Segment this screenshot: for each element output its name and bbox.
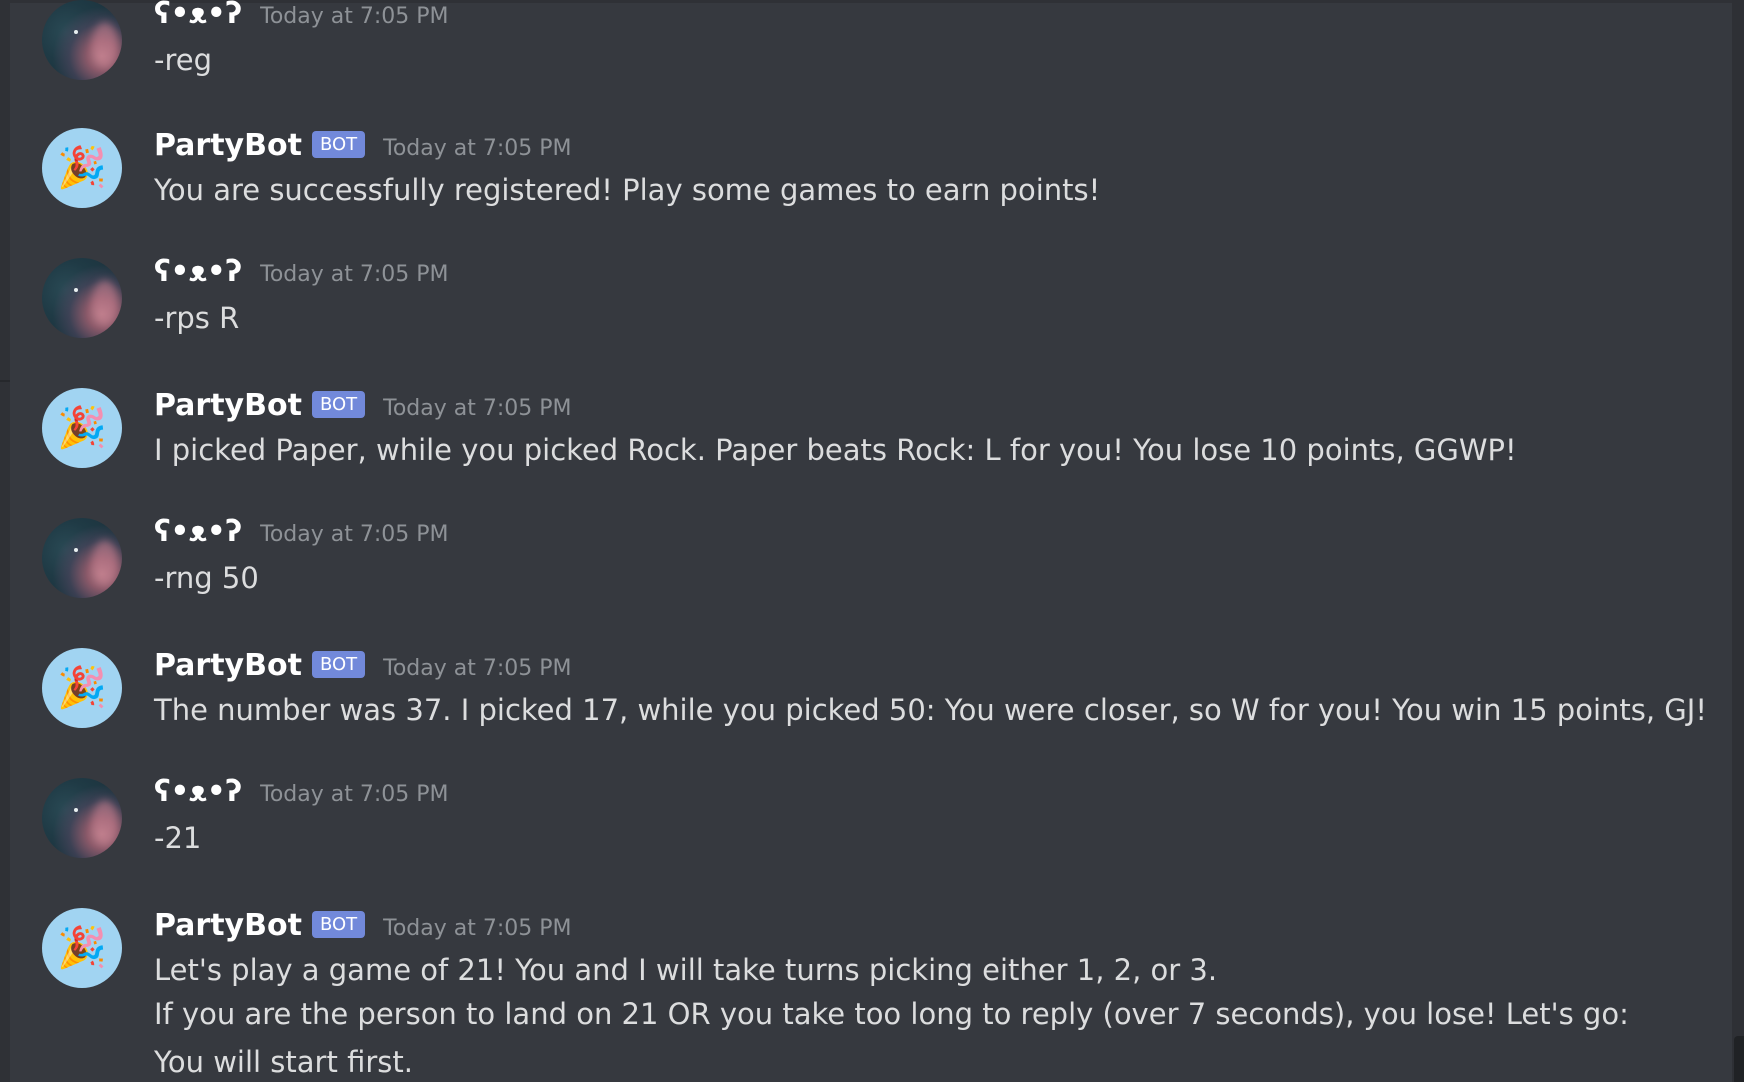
user-avatar[interactable]: [42, 258, 122, 338]
scrollbar-thumb[interactable]: [1734, 1036, 1744, 1082]
username[interactable]: ʕ•ᴥ•ʔ: [154, 514, 242, 549]
message-header: PartyBot BOT Today at 7:05 PM: [154, 128, 572, 163]
cloud-shape: [92, 800, 118, 846]
message-item: ʕ•ᴥ•ʔ Today at 7:05 PM -rps R: [0, 254, 1720, 388]
timestamp[interactable]: Today at 7:05 PM: [383, 136, 571, 161]
timestamp[interactable]: Today at 7:05 PM: [260, 4, 448, 29]
message-item: 🎉 PartyBot BOT Today at 7:05 PM I picked…: [0, 388, 1720, 518]
message-header: ʕ•ᴥ•ʔ Today at 7:05 PM: [154, 774, 449, 809]
message-line: -21: [154, 821, 202, 855]
bot-avatar[interactable]: 🎉: [42, 648, 122, 728]
timestamp[interactable]: Today at 7:05 PM: [383, 656, 571, 681]
message-content: Let's play a game of 21! You and I will …: [154, 948, 1629, 1082]
timestamp[interactable]: Today at 7:05 PM: [260, 262, 448, 287]
timestamp[interactable]: Today at 7:05 PM: [260, 522, 448, 547]
bot-avatar[interactable]: 🎉: [42, 908, 122, 988]
username[interactable]: ʕ•ᴥ•ʔ: [154, 774, 242, 809]
message-line: -rps R: [154, 301, 240, 335]
message-line: If you are the person to land on 21 OR y…: [154, 997, 1629, 1031]
message-header: ʕ•ᴥ•ʔ Today at 7:05 PM: [154, 254, 449, 289]
bot-badge: BOT: [311, 651, 366, 678]
message-header: PartyBot BOT Today at 7:05 PM: [154, 908, 572, 943]
message-header: PartyBot BOT Today at 7:05 PM: [154, 648, 572, 683]
timestamp[interactable]: Today at 7:05 PM: [260, 782, 448, 807]
message-line: I picked Paper, while you picked Rock. P…: [154, 433, 1517, 467]
message-content: -reg: [154, 38, 212, 82]
message-line: You are successfully registered! Play so…: [154, 173, 1101, 207]
message-item: ʕ•ᴥ•ʔ Today at 7:05 PM -rng 50: [0, 514, 1720, 648]
message-line: -rng 50: [154, 561, 259, 595]
moon-icon: [74, 548, 78, 552]
username[interactable]: PartyBot: [154, 648, 302, 683]
message-line: You will start first.: [154, 1045, 413, 1079]
username[interactable]: PartyBot: [154, 128, 302, 163]
user-avatar[interactable]: [42, 778, 122, 858]
cloud-shape: [92, 540, 118, 586]
message-content: The number was 37. I picked 17, while yo…: [154, 688, 1707, 732]
message-item: 🎉 PartyBot BOT Today at 7:05 PM You are …: [0, 128, 1720, 258]
message-item: ʕ•ᴥ•ʔ Today at 7:05 PM -reg: [0, 0, 1720, 108]
message-content: -21: [154, 816, 201, 860]
username[interactable]: ʕ•ᴥ•ʔ: [154, 0, 242, 31]
chat-window: ʕ•ᴥ•ʔ Today at 7:05 PM -reg 🎉 PartyBot B…: [0, 0, 1744, 1082]
message-header: ʕ•ᴥ•ʔ Today at 7:05 PM: [154, 514, 449, 549]
cloud-shape: [92, 280, 118, 326]
message-line: The number was 37. I picked 17, while yo…: [154, 693, 1707, 727]
cloud-shape: [92, 22, 118, 68]
username[interactable]: PartyBot: [154, 908, 302, 943]
bot-badge: BOT: [311, 911, 366, 938]
party-popper-icon: 🎉: [57, 145, 107, 191]
user-avatar[interactable]: [42, 0, 122, 80]
message-content: -rps R: [154, 296, 239, 340]
username[interactable]: PartyBot: [154, 388, 302, 423]
message-line: Let's play a game of 21! You and I will …: [154, 953, 1218, 987]
moon-icon: [74, 288, 78, 292]
message-item: 🎉 PartyBot BOT Today at 7:05 PM The numb…: [0, 648, 1720, 778]
username[interactable]: ʕ•ᴥ•ʔ: [154, 254, 242, 289]
timestamp[interactable]: Today at 7:05 PM: [383, 916, 571, 941]
message-header: ʕ•ᴥ•ʔ Today at 7:05 PM: [154, 0, 449, 31]
timestamp[interactable]: Today at 7:05 PM: [383, 396, 571, 421]
moon-icon: [74, 30, 78, 34]
bot-badge: BOT: [311, 391, 366, 418]
bot-avatar[interactable]: 🎉: [42, 388, 122, 468]
message-content: You are successfully registered! Play so…: [154, 168, 1100, 212]
message-item: 🎉 PartyBot BOT Today at 7:05 PM Let's pl…: [0, 908, 1720, 1082]
bot-avatar[interactable]: 🎉: [42, 128, 122, 208]
message-content: -rng 50: [154, 556, 259, 600]
party-popper-icon: 🎉: [57, 665, 107, 711]
user-avatar[interactable]: [42, 518, 122, 598]
party-popper-icon: 🎉: [57, 405, 107, 451]
scrollbar-track[interactable]: [1732, 0, 1744, 1082]
moon-icon: [74, 808, 78, 812]
message-item: ʕ•ᴥ•ʔ Today at 7:05 PM -21: [0, 774, 1720, 908]
message-line: -reg: [154, 43, 212, 77]
message-header: PartyBot BOT Today at 7:05 PM: [154, 388, 572, 423]
bot-badge: BOT: [311, 131, 366, 158]
message-content: I picked Paper, while you picked Rock. P…: [154, 428, 1517, 472]
party-popper-icon: 🎉: [57, 925, 107, 971]
